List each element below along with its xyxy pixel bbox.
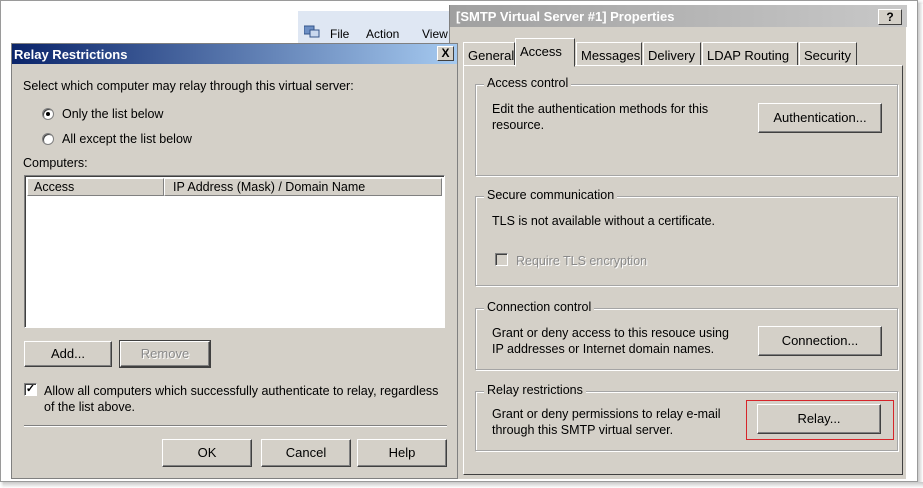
tab-delivery[interactable]: Delivery (643, 42, 701, 66)
require-tls-label: Require TLS encryption (516, 254, 648, 268)
relay-button[interactable]: Relay... (757, 404, 881, 434)
mmc-snapin-icon (304, 25, 320, 38)
cancel-button[interactable]: Cancel (261, 439, 351, 467)
relay-restrictions-text-1: Grant or deny permissions to relay e-mai… (492, 407, 721, 421)
relay-restrictions-legend: Relay restrictions (484, 383, 586, 397)
relay-dialog-title-bar[interactable]: Relay Restrictions (12, 44, 457, 64)
secure-communication-legend: Secure communication (484, 188, 618, 202)
radio-only-list-below-label[interactable]: Only the list below (62, 107, 163, 121)
relay-restrictions-text-2: through this SMTP virtual server. (492, 423, 674, 437)
allow-authenticated-relay-checkbox[interactable]: ✓ (24, 383, 37, 396)
radio-all-except-list[interactable] (42, 133, 54, 145)
access-control-text-2: resource. (492, 118, 545, 132)
tab-general[interactable]: General (463, 42, 515, 66)
help-button[interactable]: ? (878, 9, 902, 25)
connection-control-legend: Connection control (484, 300, 595, 314)
frame-shadow-bottom (4, 482, 923, 488)
tab-strip: General Access Messages Delivery LDAP Ro… (463, 38, 903, 67)
radio-all-except-list-label[interactable]: All except the list below (62, 132, 192, 146)
help-dialog-button[interactable]: Help (357, 439, 447, 467)
tls-status-text: TLS is not available without a certifica… (492, 214, 716, 228)
relay-dialog-title: Relay Restrictions (14, 47, 128, 62)
relay-prompt: Select which computer may relay through … (23, 79, 354, 93)
dialog-separator (24, 425, 447, 427)
screenshot-frame: File Action View [SMTP Virtual Server #1… (0, 0, 918, 482)
computers-label: Computers: (23, 156, 88, 170)
menu-view[interactable]: View (422, 27, 448, 41)
column-header-access[interactable]: Access (27, 178, 164, 196)
computers-list[interactable]: Access IP Address (Mask) / Domain Name (24, 175, 445, 328)
mmc-window-strip: File Action View (298, 11, 464, 45)
tab-messages[interactable]: Messages (576, 42, 642, 66)
secure-communication-group: Secure communication TLS is not availabl… (475, 188, 898, 286)
connection-control-group: Connection control Grant or deny access … (475, 300, 898, 370)
column-header-ip-address[interactable]: IP Address (Mask) / Domain Name (164, 178, 442, 196)
tab-access[interactable]: Access (515, 38, 575, 67)
allow-authenticated-relay-text-1: Allow all computers which successfully a… (44, 384, 439, 398)
access-control-legend: Access control (484, 76, 572, 90)
connection-control-text-2: IP addresses or Internet domain names. (492, 342, 715, 356)
remove-button[interactable]: Remove (120, 341, 210, 367)
add-button[interactable]: Add... (24, 341, 112, 367)
frame-shadow-right (918, 4, 923, 488)
require-tls-checkbox[interactable] (495, 253, 508, 266)
access-control-text-1: Edit the authentication methods for this (492, 102, 709, 116)
smtp-properties-window: [SMTP Virtual Server #1] Properties ? Ge… (449, 5, 907, 479)
access-tab-panel: Access control Edit the authentication m… (463, 65, 903, 475)
menu-file[interactable]: File (330, 27, 349, 41)
tab-security[interactable]: Security (799, 42, 857, 66)
authentication-button[interactable]: Authentication... (758, 103, 882, 133)
properties-title-bar[interactable]: [SMTP Virtual Server #1] Properties (450, 5, 907, 27)
relay-restrictions-group: Relay restrictions Grant or deny permiss… (475, 383, 898, 451)
connection-button[interactable]: Connection... (758, 326, 882, 356)
access-control-group: Access control Edit the authentication m… (475, 76, 898, 176)
ok-button[interactable]: OK (162, 439, 252, 467)
relay-restrictions-dialog: Relay Restrictions X Select which comput… (11, 43, 458, 479)
menu-action[interactable]: Action (366, 27, 399, 41)
close-icon[interactable]: X (437, 46, 454, 61)
tab-ldap-routing[interactable]: LDAP Routing (702, 42, 798, 66)
radio-only-list-below[interactable] (42, 108, 54, 120)
allow-authenticated-relay-text-2: of the list above. (44, 400, 136, 414)
connection-control-text-1: Grant or deny access to this resouce usi… (492, 326, 729, 340)
